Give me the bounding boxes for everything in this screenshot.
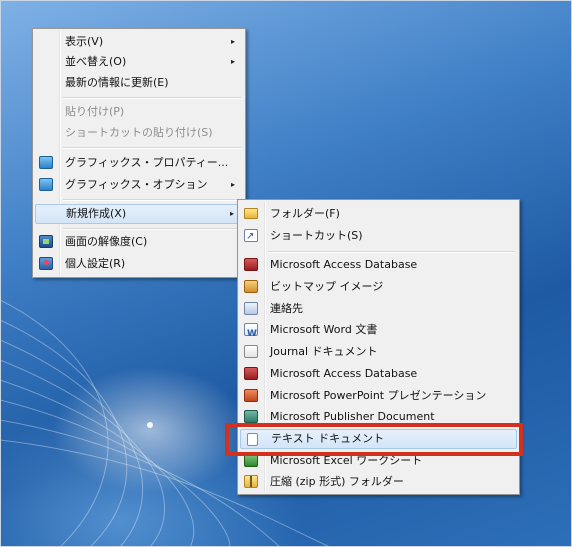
access-icon [244,258,258,271]
menu-item-screen-resolution[interactable]: 画面の解像度(C) [35,232,243,252]
submenu-arrow-icon: ▸ [229,209,234,218]
bitmap-icon [244,280,258,293]
submenu-item-shortcut[interactable]: ショートカット(S) [240,226,517,247]
menu-item-label: ショートカット(S) [270,229,363,242]
menu-item-label: ビットマップ イメージ [270,280,384,293]
submenu-item-journal-document[interactable]: Journal ドキュメント [240,342,517,362]
menu-item-label: 並べ替え(O) [65,55,127,68]
menu-item-label: グラフィックス・オプション [65,178,208,191]
menu-separator [63,147,241,149]
submenu-item-powerpoint-presentation[interactable]: Microsoft PowerPoint プレゼンテーション [240,386,517,406]
menu-item-label: 連絡先 [270,302,303,315]
menu-item-label: Microsoft PowerPoint プレゼンテーション [270,389,487,402]
menu-item-view[interactable]: 表示(V) ▸ [35,32,243,52]
menu-item-label: 最新の情報に更新(E) [65,76,169,89]
powerpoint-icon [244,389,258,402]
word-icon [244,323,258,344]
menu-item-paste[interactable]: 貼り付け(P) [35,102,243,122]
shortcut-icon [244,227,258,247]
menu-item-label: Microsoft Access Database [270,367,418,380]
journal-icon [244,345,258,358]
screen-resolution-icon [39,235,53,248]
personalize-icon [39,257,53,270]
menu-separator [268,251,515,253]
desktop-context-menu: 表示(V) ▸ 並べ替え(O) ▸ 最新の情報に更新(E) 貼り付け(P) ショ… [32,28,246,278]
annotation-highlight-box [225,423,523,456]
menu-item-label: 表示(V) [65,35,104,48]
menu-separator [63,228,241,230]
submenu-item-folder[interactable]: フォルダー(F) [240,204,517,224]
menu-item-label: Microsoft Word 文書 [270,323,378,336]
menu-item-label: グラフィックス・プロパティー... [65,156,229,169]
submenu-arrow-icon: ▸ [230,37,235,46]
submenu-item-access-database-2[interactable]: Microsoft Access Database [240,364,517,384]
menu-item-graphics-properties[interactable]: グラフィックス・プロパティー... [35,153,243,173]
menu-item-refresh[interactable]: 最新の情報に更新(E) [35,73,243,93]
contact-icon [244,302,258,315]
menu-item-label: Journal ドキュメント [270,345,378,358]
menu-separator [63,199,241,201]
menu-item-label: フォルダー(F) [270,207,340,220]
menu-item-label: Microsoft Publisher Document [270,410,435,423]
graphics-icon [39,156,53,169]
graphics-icon [39,178,53,191]
submenu-item-word-document[interactable]: Microsoft Word 文書 [240,320,517,344]
menu-item-paste-shortcut[interactable]: ショートカットの貼り付け(S) [35,123,243,143]
access-icon [244,367,258,380]
submenu-item-bitmap-image[interactable]: ビットマップ イメージ [240,277,517,297]
menu-item-label: Microsoft Access Database [270,258,418,271]
menu-item-label: 画面の解像度(C) [65,235,148,248]
menu-item-sort-by[interactable]: 並べ替え(O) ▸ [35,52,243,72]
submenu-item-contact[interactable]: 連絡先 [240,299,517,319]
zip-folder-icon [244,475,258,488]
menu-item-graphics-options[interactable]: グラフィックス・オプション ▸ [35,175,243,195]
submenu-arrow-icon: ▸ [230,57,235,66]
submenu-arrow-icon: ▸ [230,180,235,189]
menu-item-label: 圧縮 (zip 形式) フォルダー [270,475,404,488]
submenu-item-access-database[interactable]: Microsoft Access Database [240,255,517,275]
menu-item-label: 個人設定(R) [65,257,126,270]
menu-item-label: ショートカットの貼り付け(S) [65,126,213,139]
folder-icon [244,208,258,219]
publisher-icon [244,410,258,423]
menu-separator [63,97,241,99]
menu-item-personalize[interactable]: 個人設定(R) [35,254,243,274]
submenu-item-zip-folder[interactable]: 圧縮 (zip 形式) フォルダー [240,472,517,492]
menu-item-new[interactable]: 新規作成(X) ▸ [35,204,243,224]
menu-item-label: 貼り付け(P) [65,105,125,118]
menu-item-label: 新規作成(X) [66,207,127,220]
